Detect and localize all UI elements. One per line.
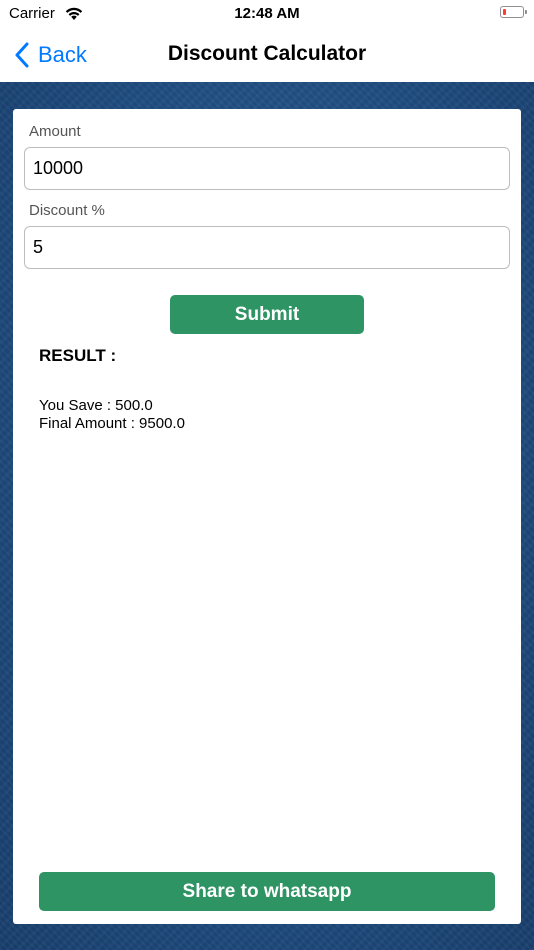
battery-level (502, 8, 506, 15)
calculator-card: Amount Discount % Submit RESULT : You Sa… (13, 109, 521, 924)
battery-icon (500, 6, 527, 18)
share-whatsapp-button[interactable]: Share to whatsapp (39, 872, 495, 911)
status-bar: Carrier 12:48 AM (0, 0, 534, 28)
discount-label: Discount % (29, 202, 105, 219)
status-time: 12:48 AM (234, 5, 300, 22)
result-title: RESULT : (39, 346, 117, 365)
amount-input[interactable] (24, 147, 510, 190)
final-amount-text: Final Amount : 9500.0 (39, 415, 185, 432)
submit-button[interactable]: Submit (170, 295, 364, 334)
you-save-text: You Save : 500.0 (39, 397, 153, 414)
navigation-bar: Back Discount Calculator (0, 28, 534, 82)
amount-label: Amount (29, 123, 81, 140)
discount-input[interactable] (24, 226, 510, 269)
page-title: Discount Calculator (167, 42, 367, 65)
